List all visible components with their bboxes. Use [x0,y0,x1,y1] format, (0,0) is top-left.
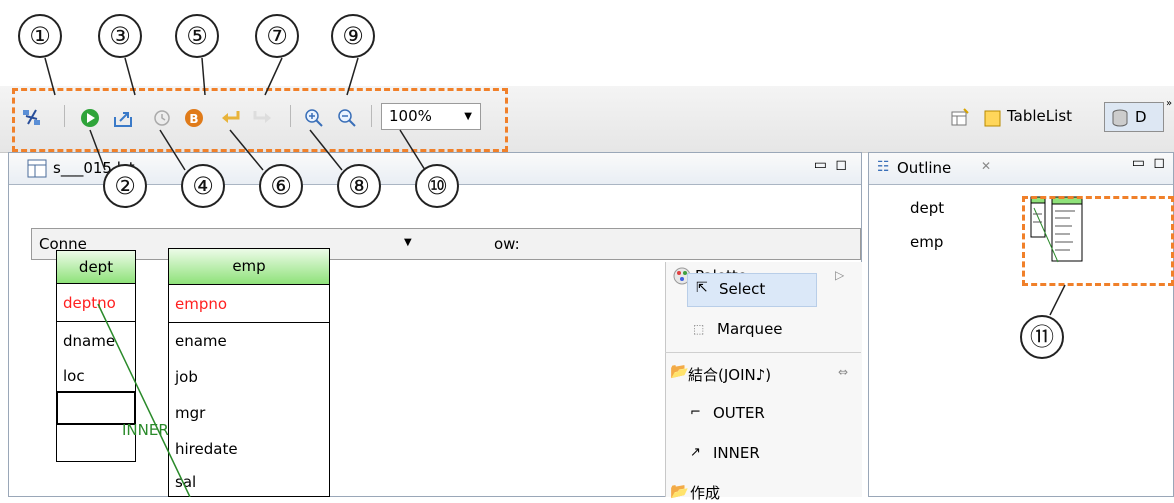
editor-file-icon [27,159,47,178]
callout-7: ⑦ [255,14,299,58]
folder-icon: 📂 [670,362,689,380]
connection-bar: Conne ▼ ow: [31,228,861,260]
palette-create-group[interactable]: 作成 [690,482,720,503]
palette-outer-label[interactable]: OUTER [713,404,765,422]
callout-11: ⑪ [1020,315,1064,359]
palette-inner-label[interactable]: INNER [713,444,760,462]
maximize-icon[interactable]: ◻ [835,157,847,173]
inner-join-icon: ↗ [690,445,701,460]
join-connection-line[interactable] [90,300,200,497]
maximize-icon[interactable]: ◻ [1153,155,1165,171]
outline-tab-label[interactable]: Outline [897,159,951,177]
folder-icon: 📂 [670,482,689,500]
minimize-icon[interactable]: ▭ [814,157,827,173]
emp-table-title: emp [169,249,329,285]
more-icon[interactable]: » [1166,98,1172,109]
close-icon[interactable]: ✕ [981,159,991,173]
callout-10: ⑩ [415,164,459,208]
database-icon [1112,109,1128,127]
callout-1: ① [18,14,62,58]
dept-table-title: dept [57,251,135,284]
palette-select-tool[interactable]: ⇱ Select [687,273,817,307]
callout-9: ⑨ [331,14,375,58]
perspective-label: D [1135,108,1147,126]
callout-8: ⑧ [337,164,381,208]
callout-2: ② [103,164,147,208]
row-label: ow: [494,235,520,253]
join-label: INNER [122,421,169,439]
outline-item[interactable]: emp [910,233,943,251]
outline-tab-bar: ☷ Outline ✕ ▭ ◻ [869,153,1173,185]
palette-select-label: Select [719,280,766,298]
minimize-icon[interactable]: ▭ [1132,155,1145,171]
callout-4: ④ [181,164,225,208]
tablelist-label[interactable]: TableList [1007,107,1072,125]
palette-collapse-icon[interactable]: ▷ [835,268,844,282]
collapse-icon[interactable]: ⇔ [838,365,848,379]
outline-highlight [1022,196,1174,286]
perspective-tab[interactable]: D [1104,102,1164,132]
outer-join-icon: ⌐ [690,405,701,420]
perspective-icon[interactable] [950,108,970,128]
tablelist-icon[interactable] [983,108,1003,128]
palette-divider [665,352,861,353]
callout-6: ⑥ [259,164,303,208]
outline-item[interactable]: dept [910,199,944,217]
chevron-down-icon[interactable]: ▼ [404,237,412,248]
callout-5: ⑤ [175,14,219,58]
toolbar-highlight [12,88,508,152]
callout-3: ③ [98,14,142,58]
palette-marquee-label[interactable]: Marquee [717,320,783,338]
palette-join-group[interactable]: 結合(JOIN♪) [688,364,771,385]
pointer-icon: ⇱ [696,280,708,296]
outline-icon: ☷ [877,159,890,175]
marquee-icon: ⬚ [693,322,705,336]
